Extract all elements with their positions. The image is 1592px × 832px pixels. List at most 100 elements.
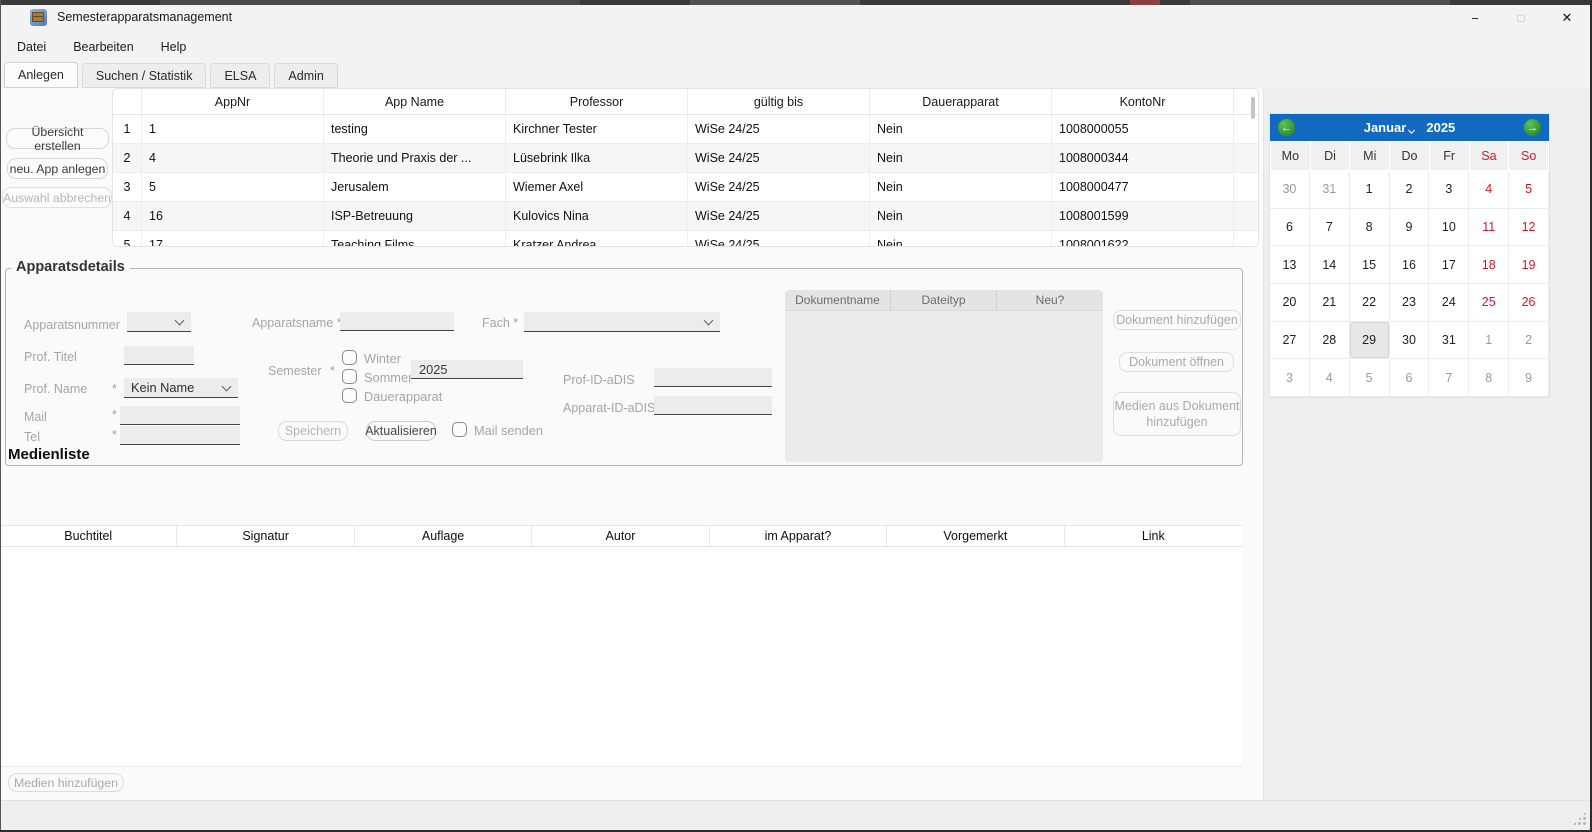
calendar-day[interactable]: 14 — [1310, 246, 1350, 284]
calendar-day[interactable]: 2 — [1509, 322, 1549, 360]
calendar-day[interactable]: 29 — [1350, 322, 1390, 360]
calendar-day[interactable]: 11 — [1469, 209, 1509, 247]
tab-admin[interactable]: Admin — [274, 63, 337, 88]
apparatsnummer-dropdown[interactable] — [127, 312, 191, 332]
calendar-day[interactable]: 16 — [1390, 246, 1430, 284]
calendar-day[interactable]: 12 — [1509, 209, 1549, 247]
calendar-day[interactable]: 15 — [1350, 246, 1390, 284]
media-column-link[interactable]: Link — [1065, 526, 1242, 546]
tab-anlegen[interactable]: Anlegen — [4, 62, 78, 88]
calendar-day[interactable]: 17 — [1429, 246, 1469, 284]
tab-suchen-statistik[interactable]: Suchen / Statistik — [82, 63, 207, 88]
calendar-day[interactable]: 4 — [1310, 359, 1350, 397]
calendar-day[interactable]: 3 — [1270, 359, 1310, 397]
calendar-day[interactable]: 10 — [1429, 209, 1469, 247]
vertical-scrollbar-thumb[interactable] — [1251, 97, 1255, 119]
neu-app-anlegen-button[interactable]: neu. App anlegen — [7, 158, 108, 179]
calendar-day[interactable]: 4 — [1469, 171, 1509, 209]
mail-senden-checkbox[interactable] — [452, 422, 467, 437]
calendar-day[interactable]: 5 — [1350, 359, 1390, 397]
apparat-id-adis-field[interactable] — [654, 396, 772, 415]
calendar-day[interactable]: 6 — [1270, 209, 1310, 247]
calendar-day[interactable]: 26 — [1509, 284, 1549, 322]
close-button[interactable]: ✕ — [1544, 5, 1590, 31]
table-row[interactable]: 517Teaching FilmsKratzer AndreaWiSe 24/2… — [113, 231, 1258, 247]
media-column-buchtitel[interactable]: Buchtitel — [0, 526, 177, 546]
calendar-day[interactable]: 3 — [1429, 171, 1469, 209]
calendar-day[interactable]: 6 — [1390, 359, 1430, 397]
calendar-day[interactable]: 9 — [1390, 209, 1430, 247]
calendar-day[interactable]: 13 — [1270, 246, 1310, 284]
winter-radio[interactable] — [342, 350, 357, 365]
table-row[interactable]: 24Theorie und Praxis der ...Lüsebrink Il… — [113, 144, 1258, 173]
doc-column-dokumentname[interactable]: Dokumentname — [785, 290, 891, 310]
calendar-day[interactable]: 31 — [1429, 322, 1469, 360]
media-column-im-apparat[interactable]: im Apparat? — [710, 526, 887, 546]
calendar-day[interactable]: 9 — [1509, 359, 1549, 397]
menu-item-bearbeiten[interactable]: Bearbeiten — [72, 37, 134, 57]
menu-item-help[interactable]: Help — [160, 37, 188, 57]
prof-titel-field[interactable] — [124, 346, 194, 365]
fach-dropdown[interactable] — [524, 312, 720, 332]
column-header-kontonr[interactable]: KontoNr — [1052, 89, 1234, 114]
calendar-day[interactable]: 5 — [1509, 171, 1549, 209]
calendar-next-icon[interactable]: → — [1524, 119, 1541, 136]
calendar-day[interactable]: 1 — [1350, 171, 1390, 209]
calendar-day[interactable]: 20 — [1270, 284, 1310, 322]
column-header-gueltig-bis[interactable]: gültig bis — [688, 89, 870, 114]
resize-grip[interactable] — [1572, 811, 1587, 826]
table-row[interactable]: 11testingKirchner TesterWiSe 24/25Nein10… — [113, 115, 1258, 144]
calendar-day[interactable]: 18 — [1469, 246, 1509, 284]
calendar-day[interactable]: 28 — [1310, 322, 1350, 360]
calendar-day[interactable]: 7 — [1310, 209, 1350, 247]
sommer-radio[interactable] — [342, 369, 357, 384]
column-header-app-name[interactable]: App Name — [324, 89, 506, 114]
calendar-day[interactable]: 1 — [1469, 322, 1509, 360]
calendar-day[interactable]: 2 — [1390, 171, 1430, 209]
media-column-vorgemerkt[interactable]: Vorgemerkt — [887, 526, 1064, 546]
table-row[interactable]: 416ISP-BetreuungKulovics NinaWiSe 24/25N… — [113, 202, 1258, 231]
calendar-month[interactable]: Januar — [1364, 120, 1407, 135]
calendar-day[interactable]: 8 — [1350, 209, 1390, 247]
media-column-auflage[interactable]: Auflage — [355, 526, 532, 546]
table-row[interactable]: 35JerusalemWiemer AxelWiSe 24/25Nein1008… — [113, 173, 1258, 202]
column-header-professor[interactable]: Professor — [506, 89, 688, 114]
semester-year-field[interactable]: 2025 — [411, 360, 523, 379]
calendar-day[interactable]: 8 — [1469, 359, 1509, 397]
calendar-day[interactable]: 27 — [1270, 322, 1310, 360]
menu-item-datei[interactable]: Datei — [16, 37, 47, 57]
medien-hinzufuegen-button[interactable]: Medien hinzufügen — [8, 773, 124, 792]
calendar-day[interactable]: 31 — [1310, 171, 1350, 209]
dokument-hinzufuegen-button[interactable]: Dokument hinzufügen — [1113, 310, 1241, 330]
calendar-day[interactable]: 7 — [1429, 359, 1469, 397]
column-header-appnr[interactable]: AppNr — [142, 89, 324, 114]
calendar-day[interactable]: 22 — [1350, 284, 1390, 322]
uebersicht-erstellen-button[interactable]: Übersicht erstellen — [6, 128, 109, 149]
media-column-signatur[interactable]: Signatur — [177, 526, 354, 546]
speichern-button[interactable]: Speichern — [278, 421, 348, 441]
column-header-dauerapparat[interactable]: Dauerapparat — [870, 89, 1052, 114]
calendar-year[interactable]: 2025 — [1426, 120, 1455, 135]
calendar-day[interactable]: 30 — [1270, 171, 1310, 209]
maximize-button[interactable]: □ — [1498, 5, 1544, 31]
apparatsname-field[interactable] — [340, 312, 454, 331]
auswahl-abbrechen-button[interactable]: Auswahl abbrechen — [2, 187, 112, 208]
prof-id-adis-field[interactable] — [654, 368, 772, 387]
aktualisieren-button[interactable]: Aktualisieren — [366, 421, 436, 441]
prof-name-dropdown[interactable]: Kein Name — [124, 378, 238, 398]
calendar-prev-icon[interactable]: ← — [1278, 119, 1295, 136]
calendar-day[interactable]: 24 — [1429, 284, 1469, 322]
dauerapparat-radio[interactable] — [342, 388, 357, 403]
calendar-title[interactable]: Januar 2025 — [1364, 120, 1456, 135]
tab-elsa[interactable]: ELSA — [210, 63, 270, 88]
calendar-day[interactable]: 23 — [1390, 284, 1430, 322]
doc-column-dateityp[interactable]: Dateityp — [891, 290, 997, 310]
calendar-day[interactable]: 21 — [1310, 284, 1350, 322]
calendar-day[interactable]: 19 — [1509, 246, 1549, 284]
minimize-button[interactable]: − — [1452, 5, 1498, 31]
doc-column-neu[interactable]: Neu? — [997, 290, 1103, 310]
medien-aus-dokument-button[interactable]: Medien aus Dokument hinzufügen — [1113, 392, 1241, 436]
media-column-autor[interactable]: Autor — [532, 526, 709, 546]
calendar-day[interactable]: 30 — [1390, 322, 1430, 360]
calendar-day[interactable]: 25 — [1469, 284, 1509, 322]
